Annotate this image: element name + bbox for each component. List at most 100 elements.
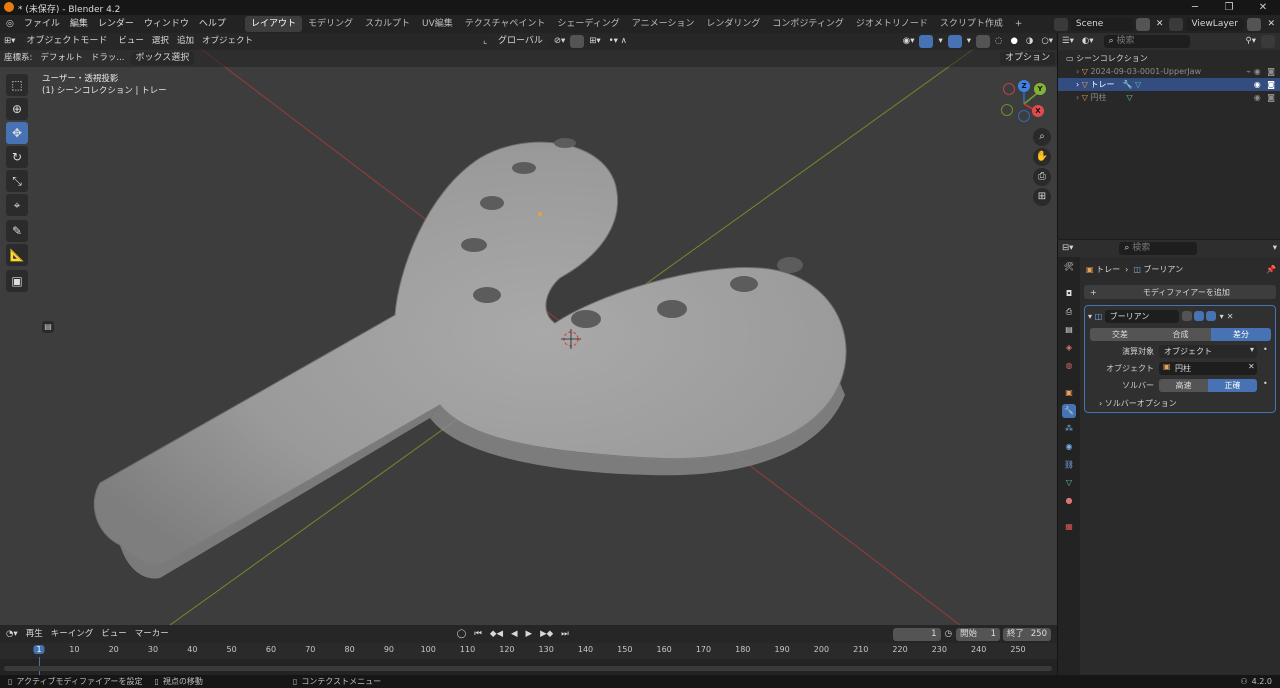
tool-tab-icon[interactable]: 🛠 bbox=[1062, 260, 1076, 274]
drag-selector[interactable]: ドラッ... bbox=[87, 50, 129, 67]
filter-icon[interactable]: ⚲▾ bbox=[1242, 33, 1261, 50]
navigation-gizmo[interactable]: Z Y X bbox=[1000, 80, 1048, 128]
select-box-tool-icon[interactable]: ⬚ bbox=[6, 74, 28, 96]
viewport-menu-view[interactable]: ビュー bbox=[114, 33, 148, 50]
next-keyframe-icon[interactable]: ▶◆ bbox=[536, 626, 557, 643]
new-collection-icon[interactable] bbox=[1261, 35, 1275, 48]
object-field[interactable]: 円柱 bbox=[1159, 362, 1257, 375]
outliner-editor-type-icon[interactable]: ☰▾ bbox=[1058, 33, 1078, 50]
visibility-eye-icon[interactable]: ◉ bbox=[1254, 65, 1268, 78]
operand-dropdown[interactable]: オブジェクト bbox=[1159, 345, 1257, 358]
proportional-edit-icon[interactable]: •▾ ∧ bbox=[605, 33, 631, 50]
autokey-icon[interactable]: ◯ bbox=[453, 626, 471, 643]
timeline-menu-marker[interactable]: マーカー bbox=[131, 626, 173, 643]
scene-tab-icon[interactable]: ◈ bbox=[1062, 341, 1076, 355]
workspace-tab-modeling[interactable]: モデリング bbox=[302, 16, 359, 32]
gizmo-dropdown-icon[interactable]: ▾ bbox=[934, 33, 946, 50]
pivot-point-icon[interactable]: ⊘▾ bbox=[550, 33, 569, 50]
add-modifier-button[interactable]: + モディファイアーを追加 bbox=[1084, 285, 1276, 299]
measure-tool-icon[interactable]: 📐 bbox=[6, 244, 28, 266]
workspace-tab-geometry-nodes[interactable]: ジオメトリノード bbox=[850, 16, 934, 32]
annotate-tool-icon[interactable]: ✎ bbox=[6, 220, 28, 242]
operation-intersect[interactable]: 交差 bbox=[1090, 328, 1150, 341]
pan-hand-icon[interactable]: ✋ bbox=[1033, 148, 1051, 166]
scene-selector[interactable]: Scene bbox=[1070, 17, 1133, 31]
workspace-tab-texture-paint[interactable]: テクスチャペイント bbox=[459, 16, 552, 32]
options-dropdown[interactable]: オプション bbox=[999, 52, 1055, 65]
coordinate-system-selector[interactable]: デフォルト bbox=[36, 50, 87, 67]
menu-window[interactable]: ウィンドウ bbox=[139, 15, 194, 33]
overlay-dropdown-icon[interactable]: ▾ bbox=[963, 33, 975, 50]
box-select-dropdown[interactable]: ボックス選択 bbox=[130, 52, 195, 65]
operation-difference[interactable]: 差分 bbox=[1211, 328, 1271, 341]
rotate-tool-icon[interactable]: ↻ bbox=[6, 146, 28, 168]
timeline-menu-view[interactable]: ビュー bbox=[97, 626, 131, 643]
jump-start-icon[interactable]: ⏮ bbox=[470, 626, 486, 643]
add-workspace-button[interactable]: + bbox=[1009, 16, 1029, 32]
outliner-search-field[interactable]: ⌕ 検索 bbox=[1103, 35, 1190, 48]
jump-end-icon[interactable]: ⏭ bbox=[557, 626, 573, 643]
viewport-menu-add[interactable]: 追加 bbox=[173, 33, 198, 50]
menu-help[interactable]: ヘルプ bbox=[194, 15, 231, 33]
zoom-icon[interactable]: ⌕ bbox=[1033, 128, 1051, 146]
properties-options-icon[interactable]: ▾ bbox=[1269, 240, 1280, 257]
gizmo-x-icon[interactable]: X bbox=[1032, 105, 1044, 117]
timeline-menu-keying[interactable]: キーイング bbox=[47, 626, 98, 643]
xray-toggle-icon[interactable] bbox=[976, 35, 991, 48]
physics-tab-icon[interactable]: ◉ bbox=[1062, 440, 1076, 454]
modifier-name-field[interactable]: ブーリアン bbox=[1104, 309, 1179, 323]
prev-keyframe-icon[interactable]: ◆◀ bbox=[486, 626, 507, 643]
end-frame-field[interactable]: 終了 250 bbox=[1003, 627, 1051, 641]
transform-orientation-selector[interactable]: グローバル bbox=[492, 35, 548, 48]
timeline-ruler[interactable]: 1 10 20 30 40 50 60 70 80 90 100 110 120 130 140 150 160… bbox=[0, 643, 1057, 675]
solver-fast[interactable]: 高速 bbox=[1159, 379, 1208, 392]
shading-material-icon[interactable]: ◑ bbox=[1022, 33, 1037, 50]
maximize-button[interactable]: ❐ bbox=[1212, 0, 1246, 15]
shading-rendered-icon[interactable]: ○▾ bbox=[1037, 33, 1057, 50]
view-layer-tab-icon[interactable]: ▤ bbox=[1062, 323, 1076, 337]
viewport-toggle-icon[interactable] bbox=[1193, 311, 1204, 321]
play-reverse-icon[interactable]: ◀ bbox=[507, 626, 522, 643]
editor-type-icon[interactable]: ⊞▾ bbox=[0, 33, 19, 50]
add-cube-tool-icon[interactable]: ▣ bbox=[6, 270, 28, 292]
play-icon[interactable]: ▶ bbox=[522, 626, 537, 643]
properties-editor-type-icon[interactable]: ⊟▾ bbox=[1058, 240, 1077, 257]
workspace-tab-shading[interactable]: シェーディング bbox=[551, 16, 625, 32]
workspace-tab-sculpt[interactable]: スカルプト bbox=[359, 16, 416, 32]
visibility-icon[interactable]: ◉▾ bbox=[899, 33, 919, 50]
new-scene-icon[interactable] bbox=[1135, 17, 1150, 31]
blender-menu-icon[interactable]: ◎ bbox=[0, 15, 19, 33]
gizmo-neg-x-icon[interactable] bbox=[1003, 83, 1015, 95]
render-tab-icon[interactable]: ◘ bbox=[1062, 287, 1076, 301]
snap-icon[interactable] bbox=[570, 35, 585, 48]
visibility-eye-icon[interactable]: ◉ bbox=[1254, 78, 1268, 91]
particles-tab-icon[interactable]: ⁂ bbox=[1062, 422, 1076, 436]
operation-union[interactable]: 合成 bbox=[1150, 328, 1211, 341]
timeline-scrollbar[interactable] bbox=[4, 666, 1052, 671]
workspace-tab-rendering[interactable]: レンダリング bbox=[700, 16, 766, 32]
workspace-tab-scripting[interactable]: スクリプト作成 bbox=[934, 16, 1009, 32]
render-camera-icon[interactable]: ◙ bbox=[1267, 91, 1280, 104]
render-camera-icon[interactable]: ◙ bbox=[1267, 78, 1280, 91]
perspective-toggle-icon[interactable]: ⊞ bbox=[1033, 188, 1051, 206]
workspace-tab-compositing[interactable]: コンポジティング bbox=[766, 16, 849, 32]
constraints-tab-icon[interactable]: ⛓ bbox=[1062, 458, 1076, 472]
viewport-menu-select[interactable]: 選択 bbox=[148, 33, 173, 50]
outliner-item-cylinder[interactable]: › ▽ 円柱 ▽ ◉ ◙ bbox=[1058, 91, 1280, 104]
gizmo-toggle-icon[interactable] bbox=[919, 35, 934, 48]
workspace-tab-animation[interactable]: アニメーション bbox=[626, 16, 701, 32]
gizmo-neg-z-icon[interactable] bbox=[1018, 110, 1030, 122]
workspace-tab-uv-editing[interactable]: UV編集 bbox=[416, 16, 459, 32]
transform-tool-icon[interactable]: ⌖ bbox=[6, 194, 28, 216]
world-tab-icon[interactable]: ◍ bbox=[1062, 359, 1076, 373]
timeline-menu-playback[interactable]: 再生 bbox=[22, 626, 47, 643]
render-camera-icon[interactable]: ◙ bbox=[1267, 65, 1280, 78]
close-button[interactable]: ✕ bbox=[1246, 0, 1280, 15]
display-mode-icon[interactable]: ◐▾ bbox=[1078, 33, 1098, 50]
gizmo-y-icon[interactable]: Y bbox=[1034, 83, 1046, 95]
menu-file[interactable]: ファイル bbox=[19, 15, 65, 33]
outliner-item-tray[interactable]: › ▽ トレー 🔧 ▽ ◉ ◙ bbox=[1058, 78, 1280, 91]
cursor-tool-icon[interactable]: ⊕ bbox=[6, 98, 28, 120]
sidebar-toggle-icon[interactable]: ▤ bbox=[42, 321, 54, 333]
menu-render[interactable]: レンダー bbox=[93, 15, 139, 33]
